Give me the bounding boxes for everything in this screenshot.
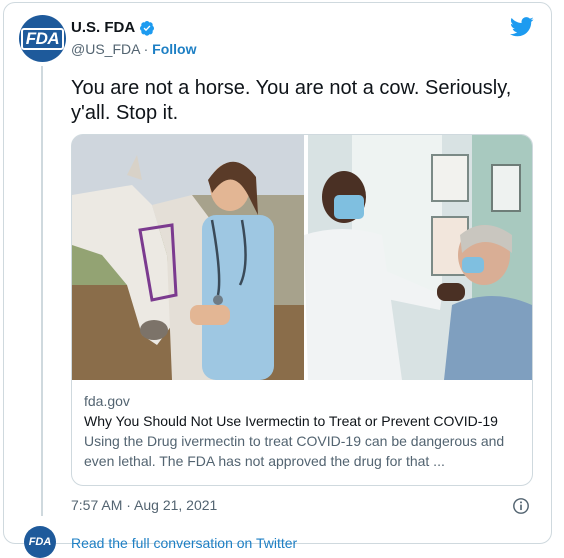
link-preview-card[interactable]: fda.gov Why You Should Not Use Ivermecti… bbox=[71, 134, 533, 486]
author-avatar[interactable]: FDA bbox=[19, 15, 66, 62]
fda-logo: FDA bbox=[28, 536, 52, 548]
separator-dot: · bbox=[143, 41, 149, 57]
preview-illustration bbox=[72, 135, 532, 380]
link-preview-meta[interactable]: fda.gov Why You Should Not Use Ivermecti… bbox=[84, 391, 524, 471]
read-conversation-link[interactable]: Read the full conversation on Twitter bbox=[71, 535, 297, 551]
author-handle-row: @US_FDA · Follow bbox=[71, 41, 196, 57]
fda-logo: FDA bbox=[20, 27, 65, 50]
twitter-bird-icon[interactable] bbox=[510, 17, 534, 37]
link-preview-image[interactable] bbox=[72, 135, 532, 380]
info-icon[interactable] bbox=[512, 497, 530, 515]
link-domain: fda.gov bbox=[84, 393, 130, 409]
footer-avatar[interactable]: FDA bbox=[24, 526, 56, 558]
link-description: Using the Drug ivermectin to treat COVID… bbox=[84, 433, 505, 469]
author-handle[interactable]: @US_FDA bbox=[71, 41, 140, 57]
verified-badge-icon bbox=[140, 20, 155, 36]
thread-line bbox=[41, 66, 43, 516]
link-title[interactable]: Why You Should Not Use Ivermectin to Tre… bbox=[84, 411, 524, 431]
follow-button[interactable]: Follow bbox=[152, 41, 196, 57]
tweet-timestamp[interactable]: 7:57 AM · Aug 21, 2021 bbox=[71, 497, 217, 513]
tweet-text: You are not a horse. You are not a cow. … bbox=[71, 77, 512, 124]
author-name-row[interactable]: U.S. FDA bbox=[71, 19, 155, 36]
author-name[interactable]: U.S. FDA bbox=[71, 19, 135, 36]
